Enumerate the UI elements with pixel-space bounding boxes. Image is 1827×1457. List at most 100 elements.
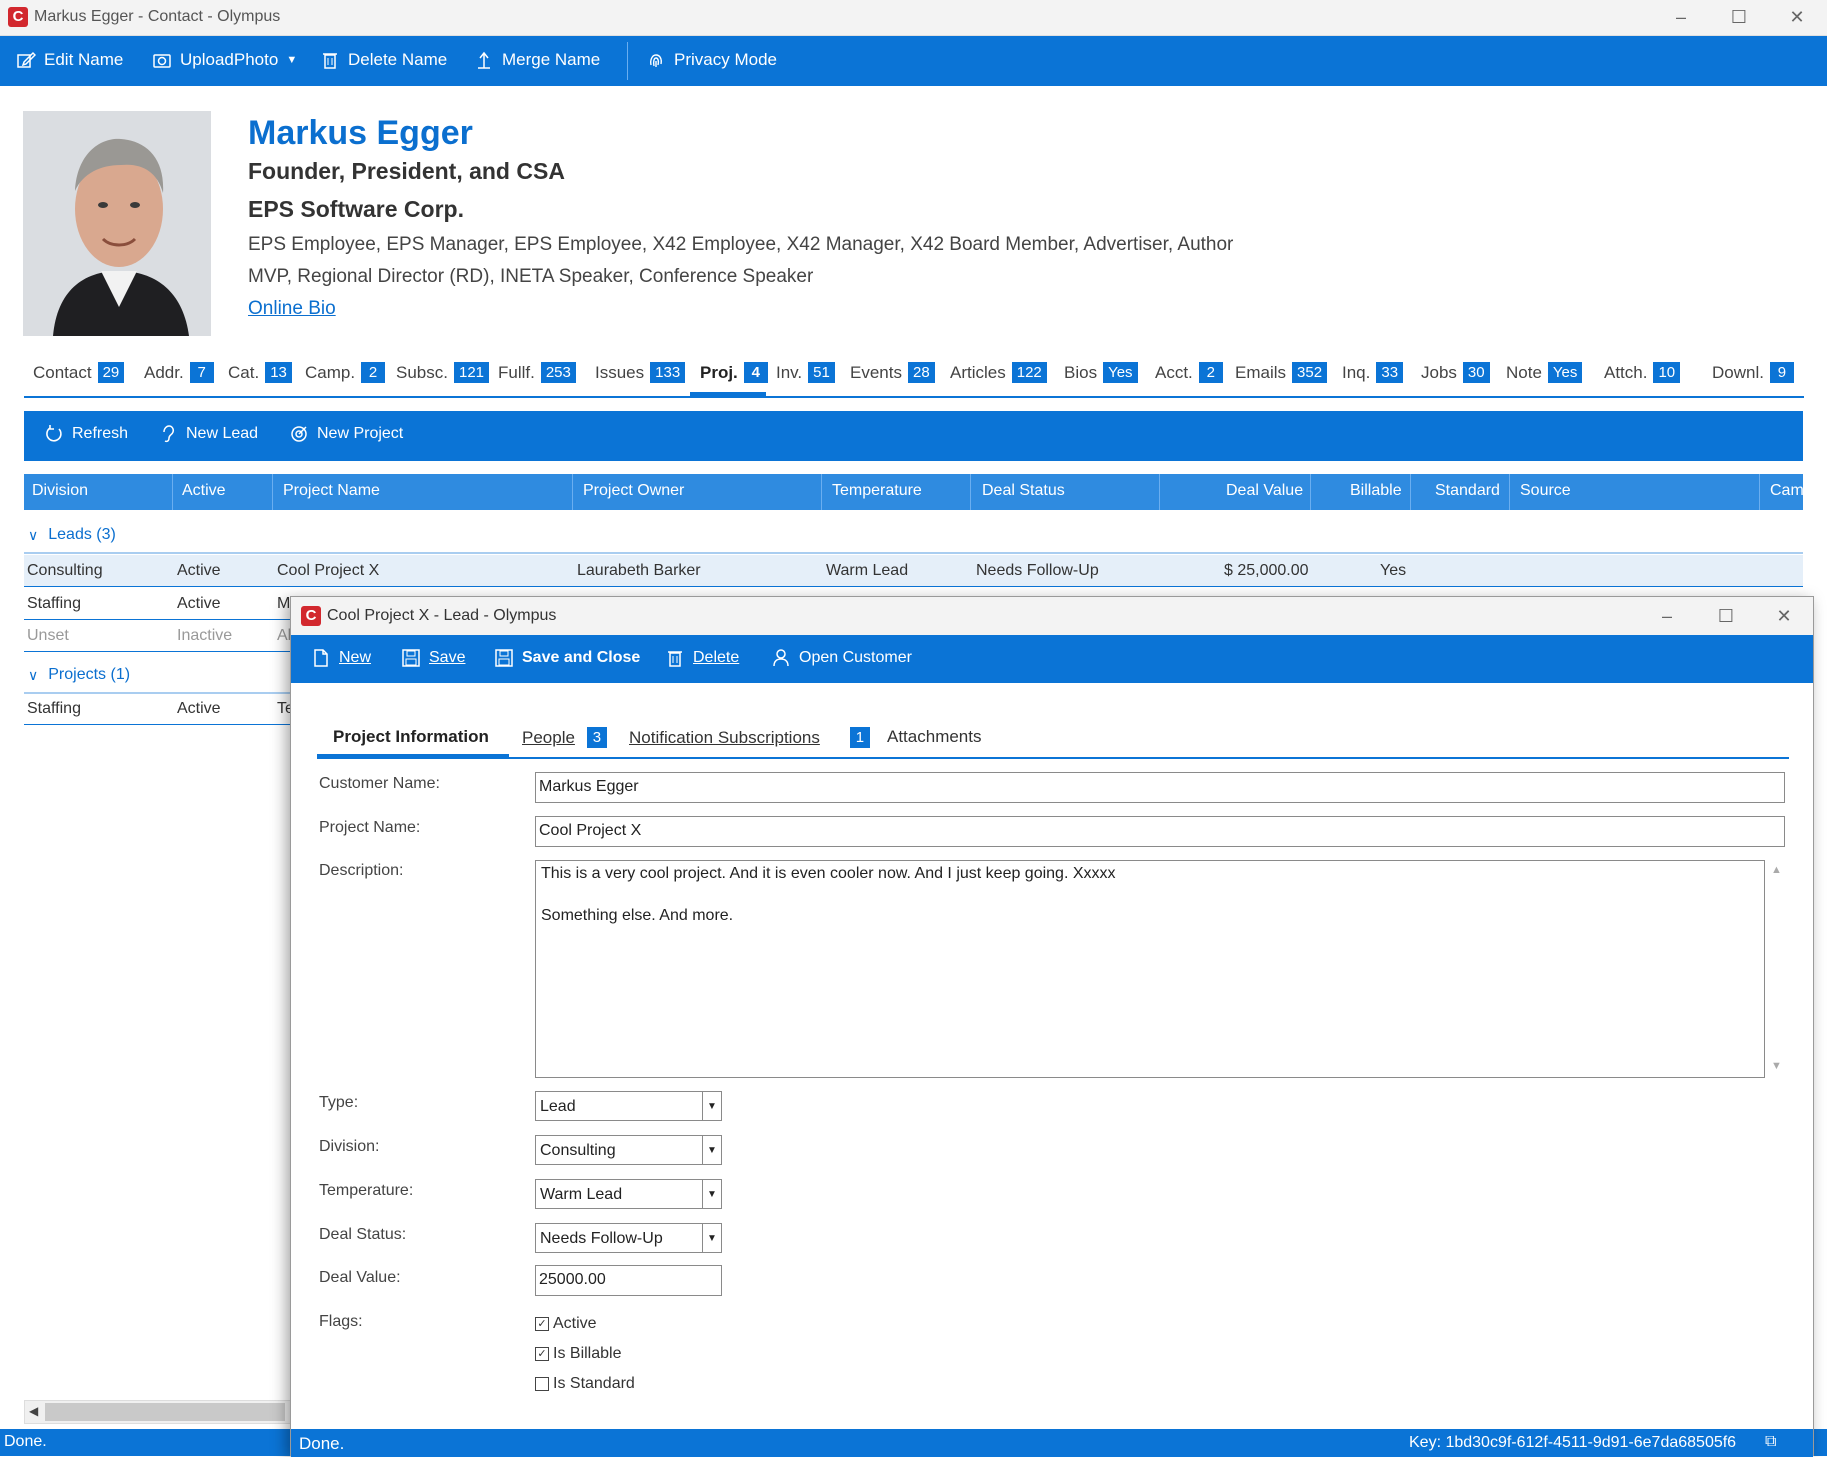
delete-button[interactable]: Delete	[665, 648, 739, 668]
column-divider[interactable]	[272, 474, 273, 510]
column-divider[interactable]	[1410, 474, 1411, 510]
horizontal-scrollbar[interactable]: ◀	[24, 1400, 294, 1424]
minimize-icon[interactable]: –	[1644, 599, 1690, 633]
chevron-down-icon[interactable]: ∨	[28, 667, 38, 684]
upload-photo-button[interactable]: UploadPhoto ▼	[152, 50, 297, 70]
tab-camp[interactable]: Camp. 2	[305, 362, 386, 383]
checkbox-checked-icon[interactable]: ✓	[535, 1347, 549, 1361]
chevron-down-icon[interactable]: ▼	[286, 54, 297, 66]
deal-value-field[interactable]: 25000.00	[535, 1265, 722, 1296]
tab-subsc[interactable]: Subsc. 121	[396, 362, 490, 383]
tab-attch[interactable]: Attch. 10	[1604, 362, 1681, 383]
column-divider[interactable]	[572, 474, 573, 510]
is-standard-checkbox[interactable]: Is Standard	[535, 1375, 635, 1393]
tab-project-information[interactable]: Project Information	[333, 727, 489, 747]
deal-status-select[interactable]: Needs Follow-Up ▼	[535, 1223, 722, 1253]
tab-attachments[interactable]: Attachments	[887, 727, 982, 747]
tab-issues[interactable]: Issues 133	[595, 362, 686, 383]
save-button[interactable]: Save	[401, 648, 465, 668]
tab-articles[interactable]: Articles 122	[950, 362, 1047, 383]
dropdown-arrow-icon[interactable]: ▼	[702, 1136, 721, 1164]
tab-people[interactable]: People 3	[522, 727, 607, 748]
column-divider[interactable]	[1159, 474, 1160, 510]
tab-acct[interactable]: Acct. 2	[1155, 362, 1223, 383]
tab-cat[interactable]: Cat. 13	[228, 362, 292, 383]
is-billable-checkbox[interactable]: ✓ Is Billable	[535, 1345, 621, 1363]
column-header-deal-value[interactable]: Deal Value	[1226, 482, 1303, 500]
close-icon[interactable]: ✕	[1774, 0, 1820, 34]
checkbox-unchecked-icon[interactable]	[535, 1377, 549, 1391]
column-header-standard[interactable]: Standard	[1435, 482, 1500, 500]
table-row[interactable]: Consulting Active Cool Project X Laurabe…	[24, 555, 1803, 587]
close-icon[interactable]: ✕	[1761, 599, 1807, 633]
merge-name-button[interactable]: Merge Name	[474, 50, 600, 70]
division-select[interactable]: Consulting ▼	[535, 1135, 722, 1165]
column-header-active[interactable]: Active	[182, 482, 226, 500]
tab-bios[interactable]: Bios Yes	[1064, 362, 1138, 383]
column-header-project-name[interactable]: Project Name	[283, 482, 380, 500]
column-divider[interactable]	[1759, 474, 1760, 510]
tab-proj[interactable]: Proj. 4	[700, 362, 768, 383]
save-and-close-button[interactable]: Save and Close	[494, 648, 640, 668]
maximize-icon[interactable]: ☐	[1703, 599, 1749, 633]
tab-divider-line	[317, 757, 1789, 759]
description-scrollbar[interactable]: ▲ ▼	[1765, 860, 1787, 1078]
tab-downl[interactable]: Downl. 9	[1712, 362, 1794, 383]
group-leads[interactable]: ∨ Leads (3)	[24, 518, 1803, 554]
maximize-icon[interactable]: ☐	[1716, 0, 1762, 34]
temperature-select[interactable]: Warm Lead ▼	[535, 1179, 722, 1209]
tab-note[interactable]: Note Yes	[1506, 362, 1583, 383]
customer-name-field[interactable]: Markus Egger	[535, 772, 1785, 803]
edit-name-button[interactable]: Edit Name	[16, 50, 123, 70]
type-select[interactable]: Lead ▼	[535, 1091, 722, 1121]
scroll-down-icon[interactable]: ▼	[1771, 1060, 1782, 1072]
tab-jobs[interactable]: Jobs 30	[1421, 362, 1490, 383]
camera-icon	[153, 54, 171, 68]
column-header-temperature[interactable]: Temperature	[832, 482, 922, 500]
project-name-field[interactable]: Cool Project X	[535, 816, 1785, 847]
tab-inq[interactable]: Inq. 33	[1342, 362, 1404, 383]
copy-icon[interactable]: ⧉	[1765, 1433, 1776, 1451]
column-header-division[interactable]: Division	[32, 482, 88, 500]
column-header-deal-status[interactable]: Deal Status	[982, 482, 1065, 500]
column-header-source[interactable]: Source	[1520, 482, 1571, 500]
delete-name-button[interactable]: Delete Name	[320, 50, 447, 70]
scroll-left-icon[interactable]: ◀	[29, 1404, 38, 1418]
minimize-icon[interactable]: –	[1658, 0, 1704, 34]
column-header-project-owner[interactable]: Project Owner	[583, 482, 684, 500]
dropdown-arrow-icon[interactable]: ▼	[702, 1224, 721, 1252]
tab-fullf[interactable]: Fullf. 253	[498, 362, 576, 383]
new-project-button[interactable]: New Project	[289, 424, 403, 444]
online-bio-link[interactable]: Online Bio	[248, 298, 336, 320]
tab-contact[interactable]: Contact 29	[33, 362, 125, 383]
dropdown-arrow-icon[interactable]: ▼	[702, 1092, 721, 1120]
column-divider[interactable]	[1310, 474, 1311, 510]
scrollbar-thumb[interactable]	[45, 1403, 285, 1421]
open-customer-button[interactable]: Open Customer	[771, 648, 912, 668]
active-checkbox[interactable]: ✓ Active	[535, 1315, 597, 1333]
chevron-down-icon[interactable]: ∨	[28, 527, 38, 544]
column-divider[interactable]	[1509, 474, 1510, 510]
tab-notification-subscriptions[interactable]: Notification Subscriptions 1	[629, 727, 870, 748]
tab-addr[interactable]: Addr. 7	[144, 362, 214, 383]
privacy-mode-button[interactable]: Privacy Mode	[646, 50, 777, 70]
dropdown-arrow-icon[interactable]: ▼	[702, 1180, 721, 1208]
contact-photo[interactable]	[23, 111, 211, 336]
new-button[interactable]: New	[311, 648, 371, 668]
tab-label: Events	[850, 362, 902, 382]
tab-inv[interactable]: Inv. 51	[776, 362, 835, 383]
column-header-cam[interactable]: Cam	[1770, 482, 1804, 500]
new-lead-button[interactable]: New Lead	[158, 424, 258, 444]
deal-status-label: Deal Status:	[319, 1226, 407, 1243]
description-textarea[interactable]: This is a very cool project. And it is e…	[535, 860, 1765, 1078]
record-key: Key: 1bd30c9f-612f-4511-9d91-6e7da68505f…	[1409, 1434, 1737, 1451]
scroll-up-icon[interactable]: ▲	[1771, 864, 1782, 876]
column-divider[interactable]	[172, 474, 173, 510]
checkbox-checked-icon[interactable]: ✓	[535, 1317, 549, 1331]
column-divider[interactable]	[970, 474, 971, 510]
column-divider[interactable]	[821, 474, 822, 510]
tab-emails[interactable]: Emails 352	[1235, 362, 1328, 383]
refresh-button[interactable]: Refresh	[44, 424, 128, 444]
tab-events[interactable]: Events 28	[850, 362, 935, 383]
column-header-billable[interactable]: Billable	[1350, 482, 1402, 500]
